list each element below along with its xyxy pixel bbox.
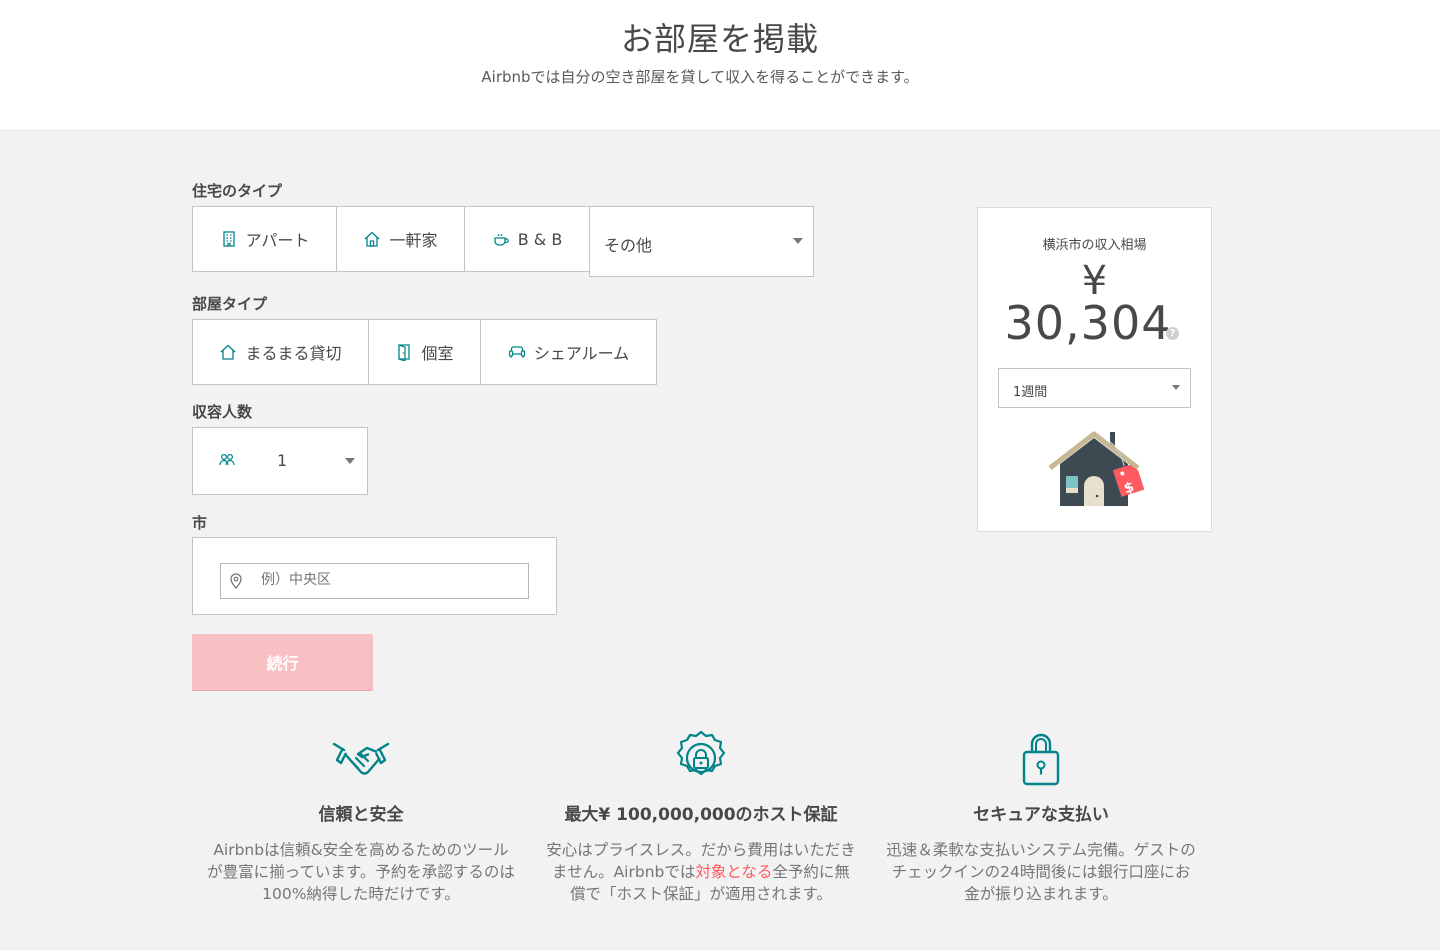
room-type-label: 部屋タイプ [192, 295, 268, 313]
feature-secure-payment: セキュアな支払い 迅速＆柔軟な支払いシステム完備。ゲストのチェックインの24時間… [881, 728, 1201, 905]
lock-icon [1011, 728, 1071, 788]
home-type-bnb-label: B & B [517, 229, 563, 249]
handshake-icon [331, 728, 391, 788]
feature-body: 安心はプライスレス。だから費用はいただきません。Airbnbでは対象となる全予約… [546, 839, 856, 905]
chevron-down-icon [1172, 385, 1180, 390]
chevron-down-icon [345, 458, 355, 464]
chevron-down-icon [793, 238, 803, 244]
feature-title: 信頼と安全 [318, 805, 404, 825]
page-subtitle: Airbnbでは自分の空き部屋を貸して収入を得ることができます。 [481, 68, 919, 86]
guests-label: 収容人数 [192, 403, 253, 421]
home-type-house-label: 一軒家 [389, 231, 438, 250]
room-type-private[interactable]: 個室 [369, 320, 481, 384]
city-field-wrapper [192, 537, 557, 615]
home-type-other-select[interactable]: その他 [589, 206, 814, 277]
room-type-entire[interactable]: まるまる貸切 [193, 320, 369, 384]
guests-value: 1 [277, 451, 288, 470]
location-pin-icon [227, 572, 245, 590]
city-label: 市 [192, 514, 208, 532]
room-type-segment: まるまる貸切 個室 シェアルーム [192, 319, 657, 385]
continue-button[interactable]: 続行 [192, 634, 373, 690]
room-type-entire-label: まるまる貸切 [245, 344, 342, 363]
eligible-link[interactable]: 対象となる [695, 863, 772, 881]
home-type-apartment[interactable]: アパート [193, 207, 337, 271]
sofa-icon [508, 343, 526, 361]
earnings-city-text: 横浜市の収入相場 [1042, 238, 1147, 253]
feature-title: 最大¥ 100,000,000のホスト保証 [564, 805, 838, 825]
house-price-illustration: $ [1048, 430, 1145, 510]
home-type-other-value: その他 [604, 236, 653, 255]
home-type-segment: アパート 一軒家 B & B [192, 206, 590, 272]
help-icon[interactable]: ? [1166, 327, 1179, 340]
people-icon [218, 451, 236, 469]
home-type-apartment-label: アパート [245, 231, 310, 250]
house-icon [219, 343, 237, 361]
city-field [220, 563, 529, 599]
guests-select[interactable]: 1 [192, 427, 368, 495]
feature-host-guarantee: 最大¥ 100,000,000のホスト保証 安心はプライスレス。だから費用はいた… [541, 728, 861, 905]
earnings-period-select[interactable]: 1週間 [998, 368, 1191, 408]
earnings-period-value: 1週間 [1013, 385, 1048, 400]
room-type-private-label: 個室 [421, 344, 454, 363]
feature-body: Airbnbは信頼&安全を高めるためのツールが豊富に揃っています。予約を承認する… [207, 841, 515, 903]
city-input[interactable] [259, 571, 523, 589]
room-type-shared-label: シェアルーム [533, 344, 630, 363]
home-type-house[interactable]: 一軒家 [337, 207, 465, 271]
building-icon [220, 230, 238, 248]
page-title: お部屋を掲載 [620, 20, 819, 58]
feature-body: 迅速＆柔軟な支払いシステム完備。ゲストのチェックインの24時間後には銀行口座にお… [886, 841, 1196, 903]
earnings-card: 横浜市の収入相場 ¥ 30,304 ? 1週間 $ [977, 207, 1212, 532]
cup-icon [492, 230, 510, 248]
feature-title: セキュアな支払い [973, 805, 1109, 825]
room-type-shared[interactable]: シェアルーム [481, 320, 656, 384]
home-type-bnb[interactable]: B & B [465, 207, 589, 271]
feature-trust-safety: 信頼と安全 Airbnbは信頼&安全を高めるためのツールが豊富に揃っています。予… [201, 728, 521, 905]
earnings-amount: 30,304 [1004, 296, 1172, 350]
door-icon [395, 343, 413, 361]
badge-icon [671, 728, 731, 788]
house-icon [363, 230, 381, 248]
hero-header: お部屋を掲載 Airbnbでは自分の空き部屋を貸して収入を得ることができます。 [0, 0, 1440, 131]
home-type-label: 住宅のタイプ [192, 182, 283, 200]
